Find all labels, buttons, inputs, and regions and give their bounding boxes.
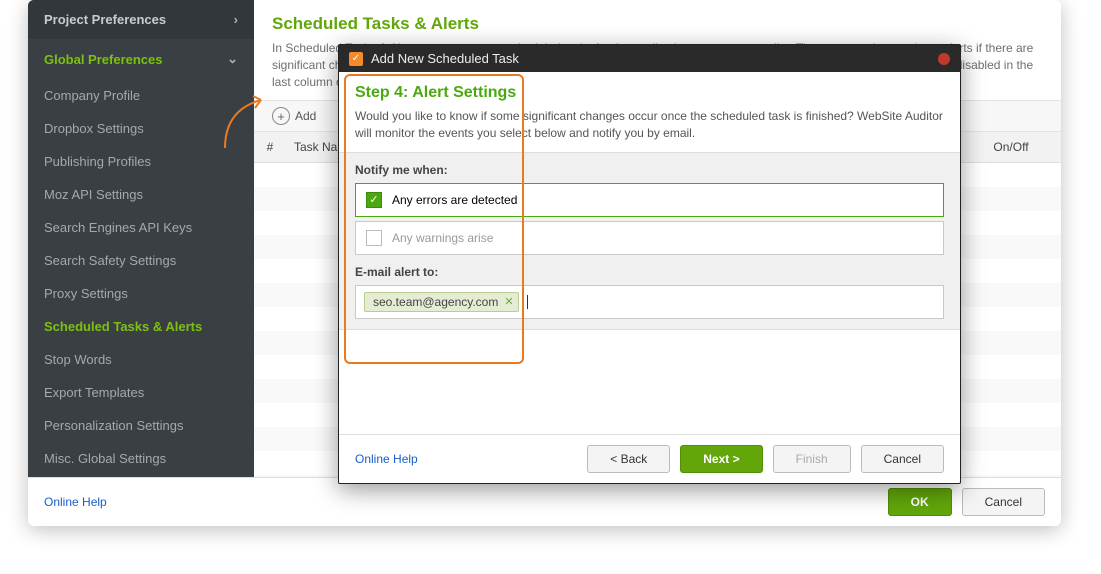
email-input[interactable]: seo.team@agency.com ✕ bbox=[355, 285, 944, 319]
notify-label: Notify me when: bbox=[355, 163, 944, 183]
next-button[interactable]: Next > bbox=[680, 445, 762, 473]
checkbox-errors[interactable]: ✓ bbox=[366, 192, 382, 208]
back-button[interactable]: < Back bbox=[587, 445, 670, 473]
email-chip[interactable]: seo.team@agency.com ✕ bbox=[364, 292, 519, 312]
modal-help-link[interactable]: Online Help bbox=[355, 452, 418, 466]
add-label: Add bbox=[295, 109, 316, 123]
sidebar-item-dropbox[interactable]: Dropbox Settings bbox=[28, 112, 254, 145]
col-num: # bbox=[254, 132, 286, 162]
step-title: Step 4: Alert Settings bbox=[355, 84, 944, 108]
checkbox-errors-label: Any errors are detected bbox=[392, 193, 517, 207]
sidebar-section-label: Project Preferences bbox=[44, 12, 166, 27]
chevron-down-icon: ⌄ bbox=[227, 51, 238, 67]
sidebar-item-proxy[interactable]: Proxy Settings bbox=[28, 277, 254, 310]
page-title: Scheduled Tasks & Alerts bbox=[254, 0, 1061, 40]
sidebar-item-scheduled-tasks[interactable]: Scheduled Tasks & Alerts bbox=[28, 310, 254, 343]
sidebar-item-company-profile[interactable]: Company Profile bbox=[28, 79, 254, 112]
checkbox-warnings-row[interactable]: Any warnings arise bbox=[355, 221, 944, 255]
checkbox-warnings-label: Any warnings arise bbox=[392, 231, 493, 245]
finish-button: Finish bbox=[773, 445, 851, 473]
sidebar-section-project[interactable]: Project Preferences › bbox=[28, 0, 254, 39]
modal-title: Add New Scheduled Task bbox=[371, 51, 519, 66]
col-onoff: On/Off bbox=[961, 132, 1061, 162]
chevron-right-icon: › bbox=[234, 12, 238, 27]
sidebar-section-label: Global Preferences bbox=[44, 52, 163, 67]
step-description: Would you like to know if some significa… bbox=[355, 108, 944, 152]
modal-titlebar[interactable]: ✓ Add New Scheduled Task bbox=[339, 45, 960, 72]
sidebar-item-misc[interactable]: Misc. Global Settings bbox=[28, 442, 254, 475]
sidebar-item-moz-api[interactable]: Moz API Settings bbox=[28, 178, 254, 211]
sidebar-item-personalization[interactable]: Personalization Settings bbox=[28, 409, 254, 442]
cancel-button[interactable]: Cancel bbox=[962, 488, 1045, 516]
sidebar-item-publishing[interactable]: Publishing Profiles bbox=[28, 145, 254, 178]
task-icon: ✓ bbox=[349, 52, 363, 66]
sidebar-item-safety[interactable]: Search Safety Settings bbox=[28, 244, 254, 277]
add-task-modal: ✓ Add New Scheduled Task Step 4: Alert S… bbox=[338, 44, 961, 484]
ok-button[interactable]: OK bbox=[888, 488, 952, 516]
sidebar-item-stop-words[interactable]: Stop Words bbox=[28, 343, 254, 376]
online-help-link[interactable]: Online Help bbox=[44, 495, 107, 509]
sidebar-item-se-api-keys[interactable]: Search Engines API Keys bbox=[28, 211, 254, 244]
sidebar-section-global[interactable]: Global Preferences ⌄ bbox=[28, 39, 254, 79]
add-button[interactable]: + Add bbox=[272, 107, 316, 125]
modal-body: Step 4: Alert Settings Would you like to… bbox=[339, 72, 960, 434]
text-cursor bbox=[527, 295, 528, 309]
checkbox-errors-row[interactable]: ✓ Any errors are detected bbox=[355, 183, 944, 217]
modal-footer: Online Help < Back Next > Finish Cancel bbox=[339, 434, 960, 483]
email-chip-text: seo.team@agency.com bbox=[373, 295, 498, 309]
plus-icon: + bbox=[272, 107, 290, 125]
window-footer: Online Help OK Cancel bbox=[28, 477, 1061, 526]
sidebar: Project Preferences › Global Preferences… bbox=[28, 0, 254, 477]
close-icon[interactable] bbox=[938, 53, 950, 65]
checkbox-warnings[interactable] bbox=[366, 230, 382, 246]
sidebar-item-export-templates[interactable]: Export Templates bbox=[28, 376, 254, 409]
modal-cancel-button[interactable]: Cancel bbox=[861, 445, 944, 473]
remove-chip-icon[interactable]: ✕ bbox=[504, 295, 513, 308]
email-label: E-mail alert to: bbox=[355, 265, 944, 285]
